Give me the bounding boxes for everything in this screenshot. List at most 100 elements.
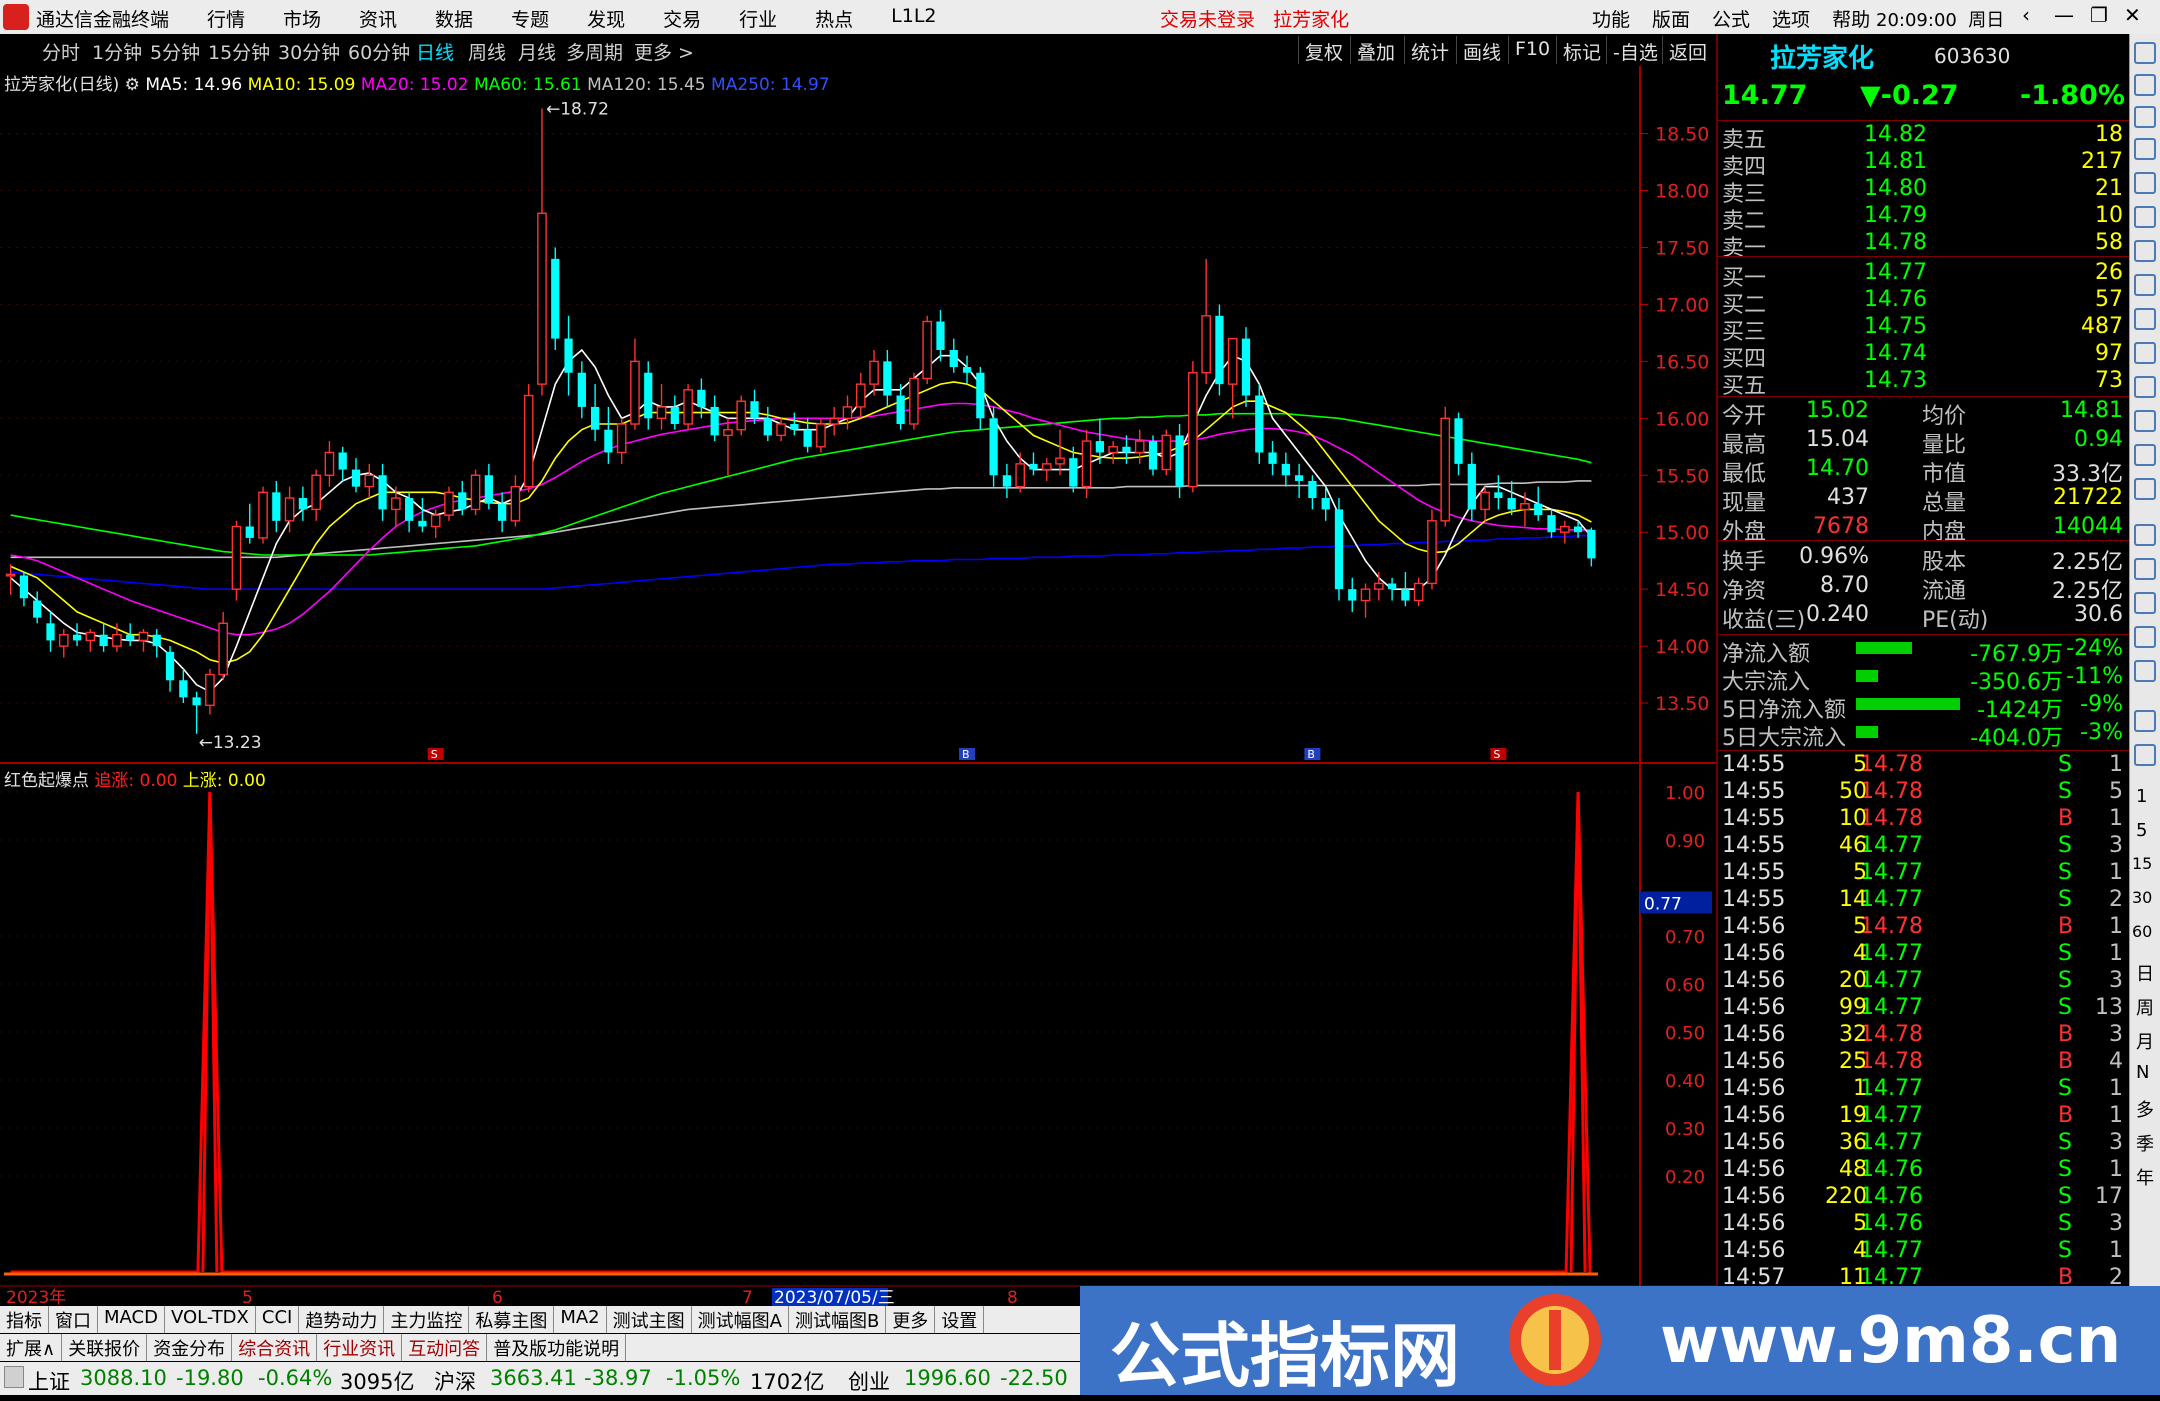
menu-help[interactable]: 帮助 <box>1832 5 1870 32</box>
f2-icon[interactable] <box>2134 410 2156 432</box>
report-icon[interactable] <box>2134 274 2156 296</box>
move-icon[interactable] <box>2134 626 2156 648</box>
list-icon[interactable] <box>2134 138 2156 160</box>
period-shortcut[interactable]: 15 <box>2132 854 2152 873</box>
indicator-tab[interactable]: 主力监控 <box>384 1306 470 1333</box>
period-shortcut[interactable]: 年 <box>2136 1164 2154 1190</box>
period-shortcut[interactable]: 日 <box>2136 960 2154 986</box>
period-shortcut[interactable]: 周 <box>2136 994 2154 1020</box>
menu-item[interactable]: 专题 <box>511 5 549 32</box>
indicator-tab[interactable]: VOL-TDX <box>165 1306 256 1333</box>
cy-name[interactable]: 创业 <box>848 1366 890 1396</box>
period-more[interactable]: 更多 > <box>634 38 694 65</box>
menu-item[interactable]: 行情 <box>207 5 245 32</box>
toolbar-button[interactable]: 统计 <box>1404 36 1455 64</box>
indicator-tab[interactable]: 设置 <box>935 1306 985 1333</box>
extension-tab[interactable]: 互动问答 <box>402 1334 488 1361</box>
menu-layout[interactable]: 版面 <box>1652 5 1690 32</box>
rsi-icon[interactable] <box>2134 558 2156 580</box>
stats-icon[interactable] <box>2134 744 2156 766</box>
period-shortcut[interactable]: 1 <box>2136 786 2147 807</box>
collapse-icon[interactable] <box>2134 42 2156 64</box>
menu-item[interactable]: 市场 <box>283 5 321 32</box>
down-icon[interactable] <box>2134 106 2156 128</box>
toolbar-button[interactable]: 返回 <box>1662 36 1713 64</box>
restore-icon[interactable]: ❐ <box>2090 3 2108 27</box>
indicator-tab[interactable]: MACD <box>98 1306 165 1333</box>
toolbar-button[interactable]: 画线 <box>1456 36 1507 64</box>
period-tab[interactable]: 60分钟 <box>348 38 410 65</box>
menu-formula[interactable]: 公式 <box>1712 5 1750 32</box>
news-icon[interactable] <box>2134 342 2156 364</box>
extension-tab[interactable]: 资金分布 <box>147 1334 233 1361</box>
menu-item[interactable]: 数据 <box>435 5 473 32</box>
period-tab[interactable]: 月线 <box>518 38 556 65</box>
period-tab[interactable]: 30分钟 <box>278 38 340 65</box>
extension-tab[interactable]: 扩展∧ <box>0 1334 63 1361</box>
indicator-tab[interactable]: 私募主图 <box>469 1306 555 1333</box>
menu-item[interactable]: L1L2 <box>891 5 936 32</box>
extension-tab[interactable]: 综合资讯 <box>232 1334 318 1361</box>
settings-icon[interactable]: ⚙ <box>125 75 140 95</box>
period-tab[interactable]: 1分钟 <box>92 38 142 65</box>
menu-item[interactable]: 资讯 <box>359 5 397 32</box>
menu-item[interactable]: 交易 <box>663 5 701 32</box>
period-shortcut[interactable]: 季 <box>2136 1130 2154 1156</box>
money-icon[interactable] <box>2134 592 2156 614</box>
wave-icon[interactable] <box>2134 524 2156 546</box>
indicator-tab[interactable]: 测试主图 <box>607 1306 692 1333</box>
up-icon[interactable] <box>2134 74 2156 96</box>
line-chart-icon[interactable] <box>2134 206 2156 228</box>
period-shortcut[interactable]: N <box>2136 1062 2149 1083</box>
period-tab-active[interactable]: 日线 <box>416 38 454 65</box>
indicator-tab[interactable]: 测试幅图B <box>789 1306 887 1333</box>
extension-tab[interactable]: 关联报价 <box>62 1334 148 1361</box>
grid-icon[interactable] <box>2134 172 2156 194</box>
tool-icon[interactable] <box>2134 478 2156 500</box>
toolbar-button[interactable]: F10 <box>1508 36 1556 64</box>
f5-icon[interactable] <box>2134 710 2156 732</box>
menu-func[interactable]: 功能 <box>1592 5 1630 32</box>
bid-row: 买五 14.73 73 <box>1718 368 2129 399</box>
period-shortcut[interactable]: 5 <box>2136 820 2147 841</box>
clock-icon[interactable] <box>2134 444 2156 466</box>
toolbar-button[interactable]: -自选 <box>1606 36 1664 64</box>
period-tab[interactable]: 分时 <box>42 38 80 65</box>
minimize-icon[interactable]: — <box>2054 3 2074 27</box>
period-shortcut[interactable]: 月 <box>2136 1028 2154 1054</box>
f10-icon[interactable] <box>2134 308 2156 330</box>
indicator-tab[interactable]: 更多 <box>886 1306 936 1333</box>
extension-tab[interactable]: 普及版功能说明 <box>487 1334 627 1361</box>
kline-icon[interactable] <box>2134 240 2156 262</box>
menu-item[interactable]: 行业 <box>739 5 777 32</box>
indicator-tab[interactable]: CCI <box>256 1306 300 1333</box>
toolbar-button[interactable]: 复权 <box>1298 36 1349 64</box>
extension-tab[interactable]: 行业资讯 <box>317 1334 403 1361</box>
index-icon[interactable] <box>4 1366 24 1388</box>
close-icon[interactable]: ✕ <box>2124 3 2141 27</box>
toolbar-button[interactable]: 标记 <box>1556 36 1607 64</box>
period-tab[interactable]: 5分钟 <box>150 38 200 65</box>
pen-icon[interactable] <box>2134 660 2156 682</box>
toolbar-button[interactable]: 叠加 <box>1350 36 1401 64</box>
period-tab[interactable]: 周线 <box>468 38 506 65</box>
period-shortcut[interactable]: 多 <box>2136 1096 2154 1122</box>
period-shortcut[interactable]: 60 <box>2132 922 2152 941</box>
hs-name[interactable]: 沪深 <box>434 1366 476 1396</box>
sh-name[interactable]: 上证 <box>28 1366 70 1396</box>
menu-item[interactable]: 热点 <box>815 5 853 32</box>
kline-chart[interactable]: 18.50 18.00 17.50 17.00 16.50 16.00 15.50 15.00… <box>0 66 1716 1306</box>
indicator-tab[interactable]: MA2 <box>554 1306 607 1333</box>
period-tab[interactable]: 15分钟 <box>208 38 270 65</box>
doc-icon[interactable] <box>2134 376 2156 398</box>
period-tab[interactable]: 多周期 <box>566 38 623 65</box>
menu-options[interactable]: 选项 <box>1772 5 1810 32</box>
menu-item[interactable]: 发现 <box>587 5 625 32</box>
back-arrow-icon[interactable]: ‹ <box>2022 3 2030 27</box>
indicator-tab[interactable]: 测试幅图A <box>692 1306 789 1333</box>
indicator-tab[interactable]: 指标 <box>0 1306 49 1333</box>
indicator-tab[interactable]: 窗口 <box>49 1306 98 1333</box>
login-status[interactable]: 交易未登录 拉芳家化 <box>1160 5 1349 32</box>
period-shortcut[interactable]: 30 <box>2132 888 2152 907</box>
indicator-tab[interactable]: 趋势动力 <box>299 1306 385 1333</box>
